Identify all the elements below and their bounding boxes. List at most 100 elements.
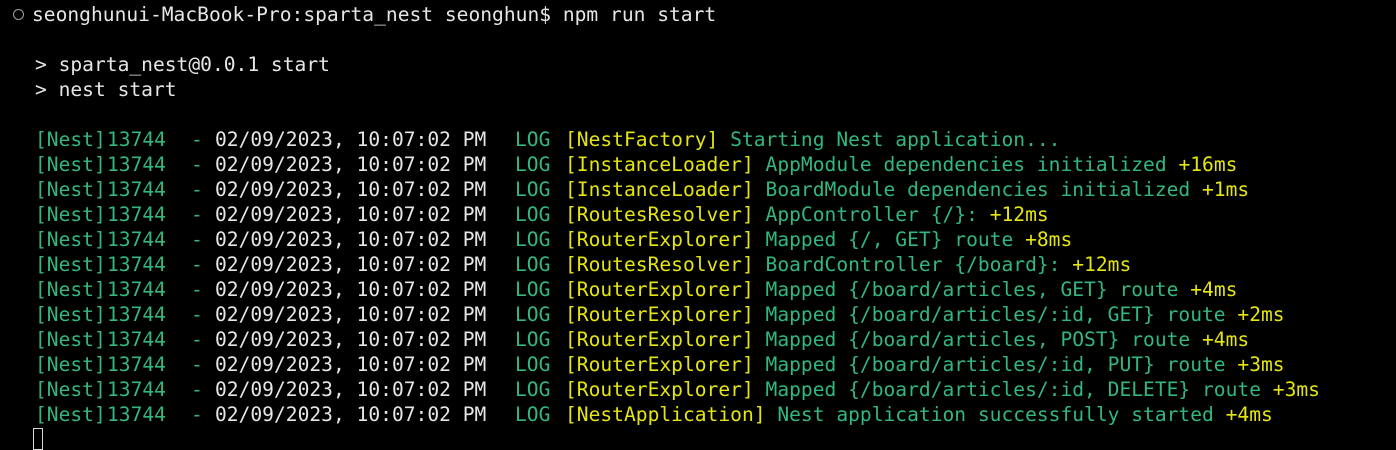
log-dash: - [191, 203, 203, 226]
log-pid: 13744 [107, 128, 166, 151]
log-line: [Nest]13744 -02/09/2023, 10:07:02 PM LOG [R… [35, 202, 1049, 227]
log-line: [Nest]13744 -02/09/2023, 10:07:02 PM LOG [R… [35, 352, 1285, 377]
log-line: [Nest]13744 -02/09/2023, 10:07:02 PM LOG [N… [35, 402, 1273, 427]
log-elapsed: +1ms [1202, 178, 1250, 201]
log-timestamp: 02/09/2023, 10:07:02 PM [215, 203, 487, 226]
log-timestamp: 02/09/2023, 10:07:02 PM [215, 328, 487, 351]
log-elapsed: +3ms [1272, 378, 1320, 401]
log-prefix: [Nest] [35, 403, 106, 426]
log-context: [NestFactory] [565, 128, 719, 151]
log-elapsed: +4ms [1202, 328, 1250, 351]
log-dash: - [191, 328, 203, 351]
log-line: [Nest]13744 -02/09/2023, 10:07:02 PM LOG [R… [35, 252, 1131, 277]
log-timestamp: 02/09/2023, 10:07:02 PM [215, 378, 487, 401]
log-elapsed: +4ms [1225, 403, 1273, 426]
script-line: > sparta_nest@0.0.1 start [35, 53, 330, 76]
log-context: [InstanceLoader] [565, 178, 754, 201]
log-line: [Nest]13744 -02/09/2023, 10:07:02 PM LOG [R… [35, 227, 1072, 252]
log-line: [Nest]13744 -02/09/2023, 10:07:02 PM LOG [N… [35, 127, 1060, 152]
log-elapsed: +4ms [1190, 278, 1238, 301]
log-level: LOG [515, 253, 551, 276]
log-prefix: [Nest] [35, 153, 106, 176]
log-pid: 13744 [107, 253, 166, 276]
log-pid: 13744 [107, 328, 166, 351]
log-context: [RouterExplorer] [565, 228, 754, 251]
log-dash: - [191, 128, 203, 151]
log-context: [RoutesResolver] [565, 203, 754, 226]
log-level: LOG [515, 328, 551, 351]
log-line: [Nest]13744 -02/09/2023, 10:07:02 PM LOG [I… [35, 177, 1249, 202]
log-pid: 13744 [107, 303, 166, 326]
log-timestamp: 02/09/2023, 10:07:02 PM [215, 353, 487, 376]
log-dash: - [191, 353, 203, 376]
log-elapsed: +16ms [1178, 153, 1238, 176]
script-line: > nest start [35, 78, 177, 101]
log-context: [RouterExplorer] [565, 303, 754, 326]
log-timestamp: 02/09/2023, 10:07:02 PM [215, 153, 487, 176]
log-level: LOG [515, 353, 551, 376]
log-dash: - [191, 278, 203, 301]
log-elapsed: +12ms [1072, 253, 1132, 276]
log-prefix: [Nest] [35, 378, 106, 401]
log-level: LOG [515, 403, 551, 426]
command-text: npm run start [562, 3, 717, 26]
log-message: BoardModule dependencies initialized [765, 178, 1191, 201]
log-context: [NestApplication] [565, 403, 766, 426]
log-message: Mapped {/, GET} route [765, 228, 1014, 251]
log-timestamp: 02/09/2023, 10:07:02 PM [215, 303, 487, 326]
log-timestamp: 02/09/2023, 10:07:02 PM [215, 178, 487, 201]
log-line: [Nest]13744 -02/09/2023, 10:07:02 PM LOG [R… [35, 327, 1249, 352]
log-dash: - [191, 228, 203, 251]
log-level: LOG [515, 303, 551, 326]
log-timestamp: 02/09/2023, 10:07:02 PM [215, 128, 487, 151]
log-timestamp: 02/09/2023, 10:07:02 PM [215, 403, 487, 426]
log-line: [Nest]13744 -02/09/2023, 10:07:02 PM LOG [R… [35, 377, 1320, 402]
log-context: [RoutesResolver] [565, 253, 754, 276]
log-message: Mapped {/board/articles/:id, DELETE} rou… [765, 378, 1261, 401]
log-prefix: [Nest] [35, 128, 106, 151]
log-dash: - [191, 303, 203, 326]
log-timestamp: 02/09/2023, 10:07:02 PM [215, 228, 487, 251]
log-prefix: [Nest] [35, 328, 106, 351]
log-context: [RouterExplorer] [565, 378, 754, 401]
log-dash: - [191, 403, 203, 426]
log-pid: 13744 [107, 403, 166, 426]
log-elapsed: +12ms [989, 203, 1049, 226]
log-level: LOG [515, 153, 551, 176]
log-prefix: [Nest] [35, 178, 106, 201]
log-message: Mapped {/board/articles/:id, PUT} route [765, 353, 1226, 376]
log-pid: 13744 [107, 228, 166, 251]
log-prefix: [Nest] [35, 228, 106, 251]
log-pid: 13744 [107, 378, 166, 401]
log-message: AppController {/}: [765, 203, 978, 226]
log-level: LOG [515, 128, 551, 151]
log-context: [InstanceLoader] [565, 153, 754, 176]
log-prefix: [Nest] [35, 303, 106, 326]
log-message: Starting Nest application... [730, 128, 1061, 151]
log-pid: 13744 [107, 178, 166, 201]
log-pid: 13744 [107, 203, 166, 226]
log-message: Mapped {/board/articles, GET} route [765, 278, 1179, 301]
log-context: [RouterExplorer] [565, 278, 754, 301]
log-elapsed: +2ms [1237, 303, 1285, 326]
log-pid: 13744 [107, 278, 166, 301]
log-context: [RouterExplorer] [565, 353, 754, 376]
log-level: LOG [515, 178, 551, 201]
terminal-window[interactable]: seonghunui-MacBook-Pro:sparta_nest seong… [0, 0, 1396, 450]
log-message: Nest application successfully started [777, 403, 1214, 426]
log-timestamp: 02/09/2023, 10:07:02 PM [215, 278, 487, 301]
log-pid: 13744 [107, 153, 166, 176]
log-message: Mapped {/board/articles, POST} route [765, 328, 1191, 351]
prompt-text: seonghunui-MacBook-Pro:sparta_nest seong… [32, 3, 552, 26]
prompt-circle-icon [13, 9, 24, 20]
log-dash: - [191, 178, 203, 201]
log-level: LOG [515, 378, 551, 401]
log-message: Mapped {/board/articles/:id, GET} route [765, 303, 1226, 326]
terminal-cursor[interactable] [33, 428, 43, 450]
log-pid: 13744 [107, 353, 166, 376]
log-dash: - [191, 378, 203, 401]
log-elapsed: +8ms [1025, 228, 1073, 251]
log-level: LOG [515, 228, 551, 251]
log-line: [Nest]13744 -02/09/2023, 10:07:02 PM LOG [R… [35, 302, 1285, 327]
log-elapsed: +3ms [1237, 353, 1285, 376]
